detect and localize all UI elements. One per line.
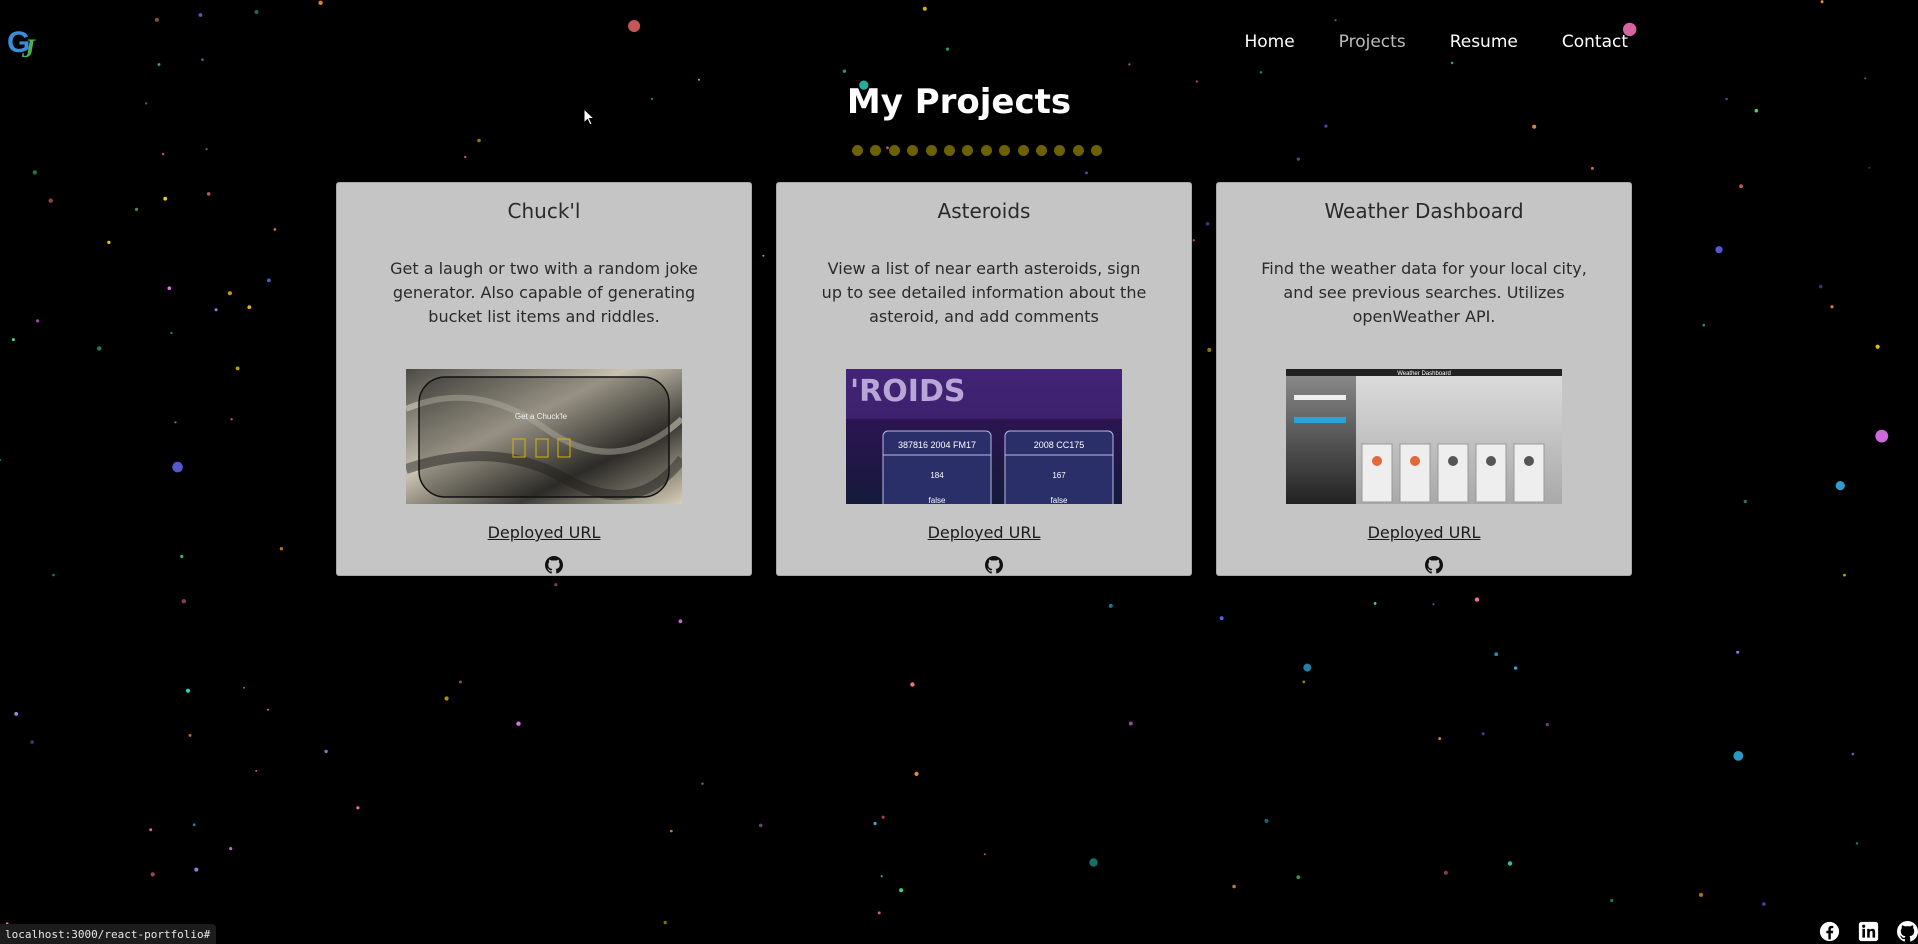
github-icon[interactable] xyxy=(1897,921,1918,942)
project-screenshot: Weather Dashboard xyxy=(1286,369,1562,504)
svg-text:167: 167 xyxy=(1052,471,1066,480)
status-bar-url: localhost:3000/react-portfolio# xyxy=(0,924,217,944)
svg-text:'ROIDS: 'ROIDS xyxy=(850,374,965,409)
github-icon[interactable] xyxy=(1425,556,1443,574)
project-description: Find the weather data for your local cit… xyxy=(1261,259,1587,326)
svg-text:387816 2004 FM17: 387816 2004 FM17 xyxy=(898,440,976,450)
svg-text:false: false xyxy=(929,496,946,504)
page-title: My Projects xyxy=(846,82,1072,122)
mouse-cursor-icon xyxy=(583,108,595,126)
svg-text:false: false xyxy=(1051,496,1068,504)
nav-projects[interactable]: Projects xyxy=(1339,32,1406,52)
nav-home[interactable]: Home xyxy=(1244,32,1294,52)
project-screenshot: Get a Chuck'le xyxy=(406,369,682,504)
linkedin-icon[interactable] xyxy=(1858,921,1879,942)
svg-text:Get a Chuck'le: Get a Chuck'le xyxy=(515,412,568,421)
title-divider xyxy=(852,145,1103,156)
github-icon[interactable] xyxy=(985,556,1003,574)
deployed-url-link[interactable]: Deployed URL xyxy=(777,523,1191,542)
project-description: View a list of near earth asteroids, sig… xyxy=(821,259,1147,326)
deployed-url-link[interactable]: Deployed URL xyxy=(1217,523,1631,542)
project-title: Asteroids xyxy=(937,199,1031,223)
nav-contact[interactable]: Contact xyxy=(1562,32,1628,52)
nav-resume[interactable]: Resume xyxy=(1450,32,1518,52)
deployed-url-link[interactable]: Deployed URL xyxy=(337,523,751,542)
project-title: Chuck'l xyxy=(507,199,581,223)
project-title: Weather Dashboard xyxy=(1324,199,1524,223)
svg-text:184: 184 xyxy=(930,471,944,480)
project-card-weather-dashboard: Weather Dashboard Find the weather data … xyxy=(1216,182,1632,576)
project-description: Get a laugh or two with a random joke ge… xyxy=(390,259,698,326)
project-card-chuckl: Chuck'l Get a laugh or two with a random… xyxy=(336,182,752,576)
main-nav: Home Projects Resume Contact xyxy=(1244,32,1628,52)
github-icon[interactable] xyxy=(545,556,563,574)
facebook-icon[interactable] xyxy=(1819,921,1840,942)
projects-grid: Chuck'l Get a laugh or two with a random… xyxy=(336,182,1632,576)
logo[interactable]: G J xyxy=(6,22,42,62)
svg-text:2008 CC175: 2008 CC175 xyxy=(1034,440,1085,450)
project-screenshot: 'ROIDS 387816 2004 FM17 2008 CC175 184 1… xyxy=(846,369,1122,504)
social-links xyxy=(1819,921,1918,942)
project-card-asteroids: Asteroids View a list of near earth aste… xyxy=(776,182,1192,576)
svg-text:J: J xyxy=(21,34,36,62)
svg-text:Weather Dashboard: Weather Dashboard xyxy=(1397,371,1451,377)
